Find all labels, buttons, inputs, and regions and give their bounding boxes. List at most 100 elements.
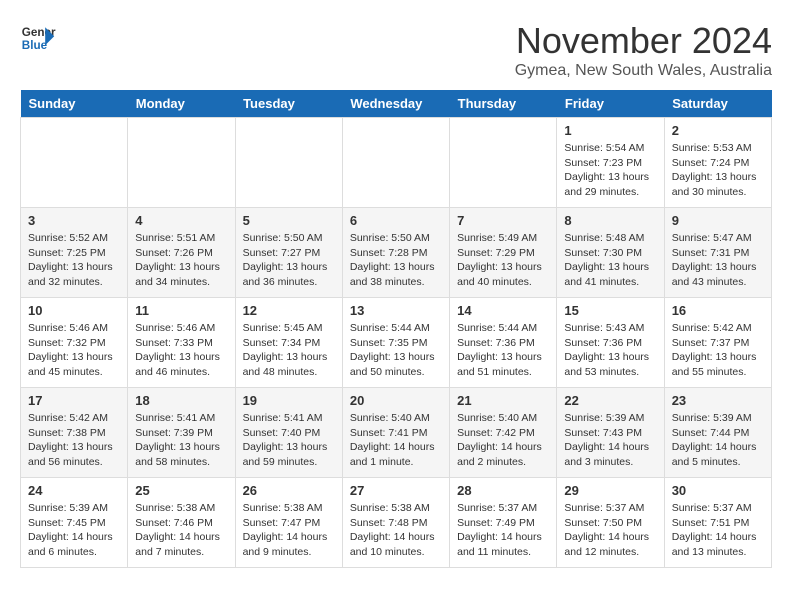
day-number: 1	[564, 123, 656, 138]
day-info: Sunrise: 5:40 AM Sunset: 7:41 PM Dayligh…	[350, 411, 442, 470]
day-info: Sunrise: 5:42 AM Sunset: 7:37 PM Dayligh…	[672, 321, 764, 380]
calendar-cell: 28 Sunrise: 5:37 AM Sunset: 7:49 PM Dayli…	[450, 478, 557, 568]
day-number: 12	[243, 303, 335, 318]
calendar-cell: 20Sunrise: 5:40 AM Sunset: 7:41 PM Dayli…	[342, 388, 449, 478]
calendar-cell: 8 Sunrise: 5:48 AM Sunset: 7:30 PM Daylig…	[557, 208, 664, 298]
header-wednesday: Wednesday	[342, 90, 449, 118]
calendar-cell: 10 Sunrise: 5:46 AM Sunset: 7:32 PM Dayli…	[21, 298, 128, 388]
day-number: 5	[243, 213, 335, 228]
calendar-cell: 30 Sunrise: 5:37 AM Sunset: 7:51 PM Dayli…	[664, 478, 771, 568]
day-number: 4	[135, 213, 227, 228]
day-number: 13	[350, 303, 442, 318]
calendar-cell: 1 Sunrise: 5:54 AM Sunset: 7:23 PM Daylig…	[557, 118, 664, 208]
week-row-0: 1 Sunrise: 5:54 AM Sunset: 7:23 PM Daylig…	[21, 118, 772, 208]
calendar-cell: 6Sunrise: 5:50 AM Sunset: 7:28 PM Daylig…	[342, 208, 449, 298]
calendar-cell: 21 Sunrise: 5:40 AM Sunset: 7:42 PM Dayli…	[450, 388, 557, 478]
day-info: Sunrise: 5:44 AM Sunset: 7:35 PM Dayligh…	[350, 321, 442, 380]
calendar-cell	[128, 118, 235, 208]
day-number: 2	[672, 123, 764, 138]
calendar-cell: 4 Sunrise: 5:51 AM Sunset: 7:26 PM Daylig…	[128, 208, 235, 298]
day-number: 29	[564, 483, 656, 498]
calendar-table: SundayMondayTuesdayWednesdayThursdayFrid…	[20, 90, 772, 568]
day-number: 10	[28, 303, 120, 318]
day-info: Sunrise: 5:42 AM Sunset: 7:38 PM Dayligh…	[28, 411, 120, 470]
calendar-cell	[342, 118, 449, 208]
day-info: Sunrise: 5:39 AM Sunset: 7:43 PM Dayligh…	[564, 411, 656, 470]
day-number: 18	[135, 393, 227, 408]
day-number: 30	[672, 483, 764, 498]
calendar-cell: 24 Sunrise: 5:39 AM Sunset: 7:45 PM Dayli…	[21, 478, 128, 568]
week-row-4: 24 Sunrise: 5:39 AM Sunset: 7:45 PM Dayli…	[21, 478, 772, 568]
header-thursday: Thursday	[450, 90, 557, 118]
calendar-cell: 11 Sunrise: 5:46 AM Sunset: 7:33 PM Dayli…	[128, 298, 235, 388]
day-info: Sunrise: 5:54 AM Sunset: 7:23 PM Dayligh…	[564, 141, 656, 200]
calendar-cell: 3 Sunrise: 5:52 AM Sunset: 7:25 PM Daylig…	[21, 208, 128, 298]
day-info: Sunrise: 5:44 AM Sunset: 7:36 PM Dayligh…	[457, 321, 549, 380]
header-sunday: Sunday	[21, 90, 128, 118]
calendar-cell: 25Sunrise: 5:38 AM Sunset: 7:46 PM Dayli…	[128, 478, 235, 568]
svg-text:Blue: Blue	[22, 39, 48, 52]
day-number: 23	[672, 393, 764, 408]
day-number: 16	[672, 303, 764, 318]
day-info: Sunrise: 5:39 AM Sunset: 7:44 PM Dayligh…	[672, 411, 764, 470]
header-friday: Friday	[557, 90, 664, 118]
calendar-cell	[235, 118, 342, 208]
day-number: 3	[28, 213, 120, 228]
day-info: Sunrise: 5:49 AM Sunset: 7:29 PM Dayligh…	[457, 231, 549, 290]
day-number: 26	[243, 483, 335, 498]
calendar-cell	[450, 118, 557, 208]
day-number: 27	[350, 483, 442, 498]
calendar-cell: 22 Sunrise: 5:39 AM Sunset: 7:43 PM Dayli…	[557, 388, 664, 478]
day-info: Sunrise: 5:37 AM Sunset: 7:50 PM Dayligh…	[564, 501, 656, 560]
calendar-cell: 2 Sunrise: 5:53 AM Sunset: 7:24 PM Daylig…	[664, 118, 771, 208]
page-header: General Blue November 2024 Gymea, New So…	[20, 20, 772, 80]
day-number: 11	[135, 303, 227, 318]
calendar-cell: 17Sunrise: 5:42 AM Sunset: 7:38 PM Dayli…	[21, 388, 128, 478]
day-info: Sunrise: 5:45 AM Sunset: 7:34 PM Dayligh…	[243, 321, 335, 380]
day-info: Sunrise: 5:51 AM Sunset: 7:26 PM Dayligh…	[135, 231, 227, 290]
calendar-cell: 15Sunrise: 5:43 AM Sunset: 7:36 PM Dayli…	[557, 298, 664, 388]
calendar-cell: 29 Sunrise: 5:37 AM Sunset: 7:50 PM Dayli…	[557, 478, 664, 568]
calendar-cell: 9 Sunrise: 5:47 AM Sunset: 7:31 PM Daylig…	[664, 208, 771, 298]
calendar-cell: 27 Sunrise: 5:38 AM Sunset: 7:48 PM Dayli…	[342, 478, 449, 568]
day-number: 25	[135, 483, 227, 498]
calendar-cell: 23 Sunrise: 5:39 AM Sunset: 7:44 PM Dayli…	[664, 388, 771, 478]
day-number: 22	[564, 393, 656, 408]
week-row-1: 3 Sunrise: 5:52 AM Sunset: 7:25 PM Daylig…	[21, 208, 772, 298]
day-info: Sunrise: 5:53 AM Sunset: 7:24 PM Dayligh…	[672, 141, 764, 200]
day-number: 6	[350, 213, 442, 228]
day-number: 9	[672, 213, 764, 228]
day-info: Sunrise: 5:46 AM Sunset: 7:33 PM Dayligh…	[135, 321, 227, 380]
day-info: Sunrise: 5:47 AM Sunset: 7:31 PM Dayligh…	[672, 231, 764, 290]
day-number: 7	[457, 213, 549, 228]
week-row-3: 17Sunrise: 5:42 AM Sunset: 7:38 PM Dayli…	[21, 388, 772, 478]
day-number: 28	[457, 483, 549, 498]
day-info: Sunrise: 5:37 AM Sunset: 7:51 PM Dayligh…	[672, 501, 764, 560]
header-tuesday: Tuesday	[235, 90, 342, 118]
day-info: Sunrise: 5:38 AM Sunset: 7:47 PM Dayligh…	[243, 501, 335, 560]
calendar-cell: 14Sunrise: 5:44 AM Sunset: 7:36 PM Dayli…	[450, 298, 557, 388]
day-number: 19	[243, 393, 335, 408]
calendar-cell: 12 Sunrise: 5:45 AM Sunset: 7:34 PM Dayli…	[235, 298, 342, 388]
day-info: Sunrise: 5:48 AM Sunset: 7:30 PM Dayligh…	[564, 231, 656, 290]
calendar-cell: 19 Sunrise: 5:41 AM Sunset: 7:40 PM Dayli…	[235, 388, 342, 478]
day-info: Sunrise: 5:46 AM Sunset: 7:32 PM Dayligh…	[28, 321, 120, 380]
header-monday: Monday	[128, 90, 235, 118]
day-info: Sunrise: 5:39 AM Sunset: 7:45 PM Dayligh…	[28, 501, 120, 560]
day-info: Sunrise: 5:37 AM Sunset: 7:49 PM Dayligh…	[457, 501, 549, 560]
logo: General Blue	[20, 20, 56, 56]
day-number: 21	[457, 393, 549, 408]
day-number: 8	[564, 213, 656, 228]
day-info: Sunrise: 5:40 AM Sunset: 7:42 PM Dayligh…	[457, 411, 549, 470]
day-info: Sunrise: 5:43 AM Sunset: 7:36 PM Dayligh…	[564, 321, 656, 380]
calendar-cell	[21, 118, 128, 208]
day-info: Sunrise: 5:38 AM Sunset: 7:48 PM Dayligh…	[350, 501, 442, 560]
calendar-cell: 5Sunrise: 5:50 AM Sunset: 7:27 PM Daylig…	[235, 208, 342, 298]
day-info: Sunrise: 5:41 AM Sunset: 7:40 PM Dayligh…	[243, 411, 335, 470]
header-saturday: Saturday	[664, 90, 771, 118]
logo-icon: General Blue	[20, 20, 56, 56]
calendar-cell: 13 Sunrise: 5:44 AM Sunset: 7:35 PM Dayli…	[342, 298, 449, 388]
calendar-cell: 18Sunrise: 5:41 AM Sunset: 7:39 PM Dayli…	[128, 388, 235, 478]
day-info: Sunrise: 5:52 AM Sunset: 7:25 PM Dayligh…	[28, 231, 120, 290]
day-number: 24	[28, 483, 120, 498]
